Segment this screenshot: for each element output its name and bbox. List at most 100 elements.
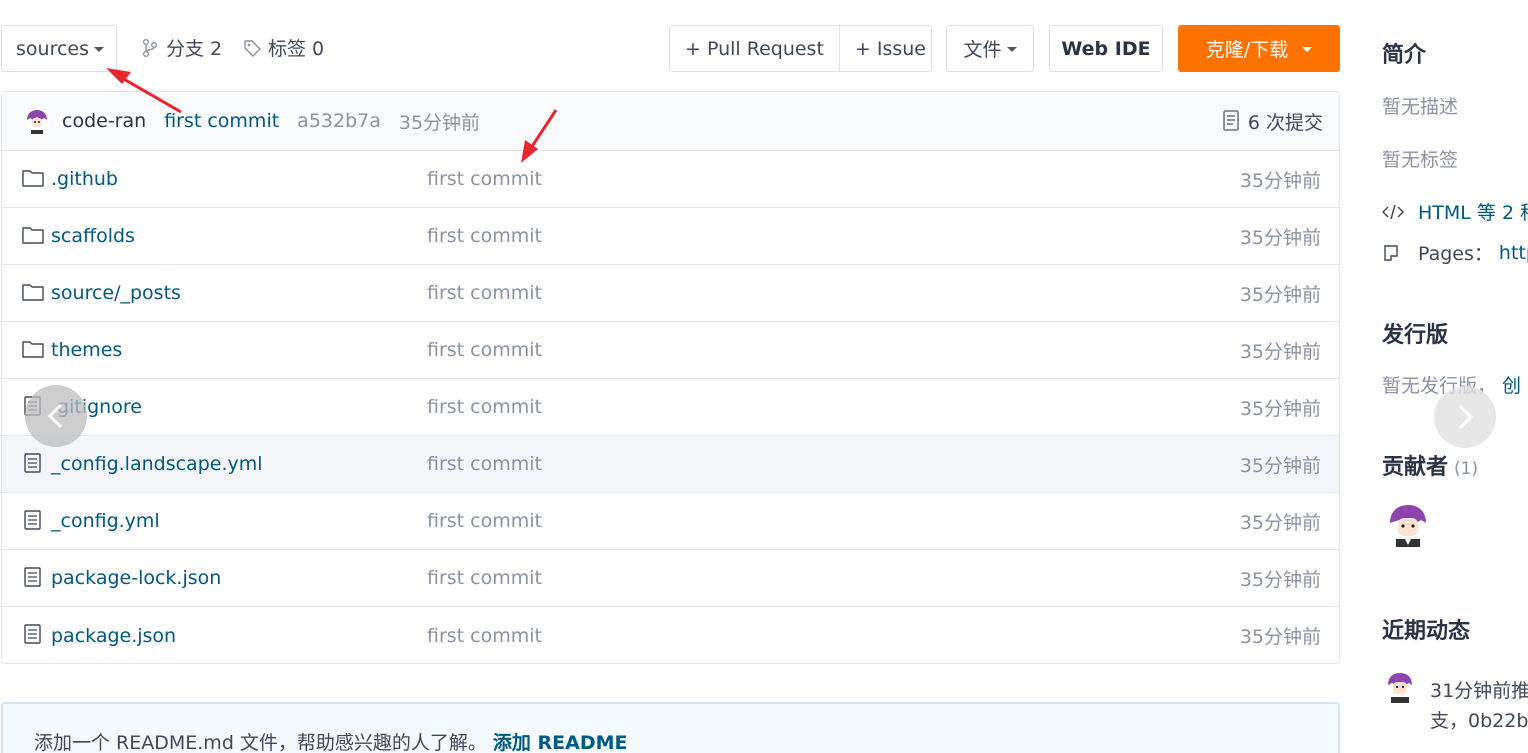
tags-count: 标签 0 <box>268 38 325 60</box>
carousel-next-button[interactable] <box>1434 386 1496 448</box>
avatar[interactable] <box>24 108 50 134</box>
commit-count: 6 次提交 <box>1247 111 1323 134</box>
pages-link[interactable]: https <box>1499 242 1528 264</box>
file-name[interactable]: package.json <box>51 625 176 647</box>
add-readme-link[interactable]: 添加 README <box>493 732 628 753</box>
activity-line-2: 支，0b22b <box>1430 710 1528 732</box>
chevron-down-icon <box>1006 47 1017 52</box>
clone-label: 克隆/下载 <box>1205 39 1289 61</box>
clone-download-button[interactable]: 克隆/下载 <box>1178 25 1340 72</box>
activity-line-1: 31分钟前推 <box>1430 680 1528 702</box>
pages-row: Pages： https <box>1382 239 1528 266</box>
chevron-down-icon <box>94 47 104 52</box>
commit-message[interactable]: first commit <box>164 110 279 132</box>
pr-issue-group: + Pull Request + Issue <box>669 25 932 72</box>
file-commit-time: 35分钟前 <box>1239 568 1321 591</box>
branch-select[interactable]: sources <box>1 25 117 72</box>
chevron-down-icon <box>1302 47 1313 52</box>
code-icon <box>1382 204 1404 219</box>
file-name[interactable]: scaffolds <box>51 225 135 247</box>
create-release-link[interactable]: 创 <box>1502 375 1521 397</box>
file-commit-time: 35分钟前 <box>1239 169 1321 192</box>
commits-icon <box>1223 110 1239 131</box>
file-commit-time: 35分钟前 <box>1239 283 1321 306</box>
folder-icon <box>22 341 44 358</box>
file-name[interactable]: _config.landscape.yml <box>51 453 263 475</box>
file-table: code-ran first commit a532b7a 35分钟前 6 次提… <box>1 91 1340 664</box>
carousel-prev-button[interactable] <box>25 385 87 447</box>
pages-label: Pages： <box>1418 243 1493 265</box>
tags-link[interactable]: 标签 0 <box>242 34 324 61</box>
tag-icon <box>244 39 261 57</box>
web-ide-label: Web IDE <box>1061 37 1151 60</box>
table-row[interactable]: .github first commit 35分钟前 <box>2 151 1339 208</box>
no-tags: 暂无标签 <box>1382 149 1459 171</box>
file-commit-message[interactable]: first commit <box>427 567 542 589</box>
file-name[interactable]: .github <box>51 168 118 190</box>
intro-title: 简介 <box>1382 43 1427 68</box>
table-row[interactable]: package.json first commit 35分钟前 <box>2 607 1339 663</box>
release-title: 发行版 <box>1382 323 1449 348</box>
file-icon <box>24 624 41 644</box>
file-commit-time: 35分钟前 <box>1239 340 1321 363</box>
readme-prompt: 添加一个 README.md 文件，帮助感兴趣的人了解。 <box>34 732 487 753</box>
file-commit-time: 35分钟前 <box>1239 454 1321 477</box>
contributor-avatar[interactable] <box>1388 503 1428 547</box>
file-icon <box>24 510 41 530</box>
bookmark-icon <box>1384 244 1398 261</box>
commit-time: 35分钟前 <box>398 111 481 134</box>
web-ide-button[interactable]: Web IDE <box>1049 25 1163 72</box>
commit-sha[interactable]: a532b7a <box>297 110 381 132</box>
chevron-left-icon <box>47 403 63 429</box>
chevron-right-icon <box>1458 404 1474 430</box>
branches-count: 分支 2 <box>166 38 223 60</box>
table-row[interactable]: _config.landscape.yml first commit 35分钟前 <box>2 436 1339 493</box>
table-row[interactable]: _config.yml first commit 35分钟前 <box>2 493 1339 550</box>
branches-link[interactable]: 分支 2 <box>140 34 222 61</box>
issue-button[interactable]: + Issue <box>838 26 941 71</box>
commit-author[interactable]: code-ran <box>62 110 146 132</box>
latest-commit-bar: code-ran first commit a532b7a 35分钟前 6 次提… <box>2 92 1339 151</box>
file-dropdown-button[interactable]: 文件 <box>946 25 1034 72</box>
commit-count-link[interactable]: 6 次提交 <box>1222 92 1323 150</box>
no-description: 暂无描述 <box>1382 96 1459 118</box>
languages-link[interactable]: HTML 等 2 种 <box>1382 198 1528 225</box>
folder-icon <box>22 170 44 187</box>
file-name[interactable]: package-lock.json <box>51 567 221 589</box>
activity-avatar[interactable] <box>1386 671 1414 703</box>
file-commit-message[interactable]: first commit <box>427 453 542 475</box>
file-name[interactable]: _config.yml <box>51 510 160 532</box>
contributors-count: (1) <box>1454 459 1479 479</box>
file-button-label: 文件 <box>963 39 1002 61</box>
file-commit-message[interactable]: first commit <box>427 225 542 247</box>
branch-icon <box>143 38 157 57</box>
file-commit-message[interactable]: first commit <box>427 396 542 418</box>
table-row[interactable]: .gitignore first commit 35分钟前 <box>2 379 1339 436</box>
file-icon <box>24 567 41 587</box>
contributors-title-text: 贡献者 <box>1382 455 1449 480</box>
file-commit-time: 35分钟前 <box>1239 511 1321 534</box>
activity-title: 近期动态 <box>1382 619 1471 644</box>
table-row[interactable]: themes first commit 35分钟前 <box>2 322 1339 379</box>
file-commit-time: 35分钟前 <box>1239 226 1321 249</box>
branch-select-label: sources <box>16 37 89 60</box>
table-row[interactable]: package-lock.json first commit 35分钟前 <box>2 550 1339 607</box>
pull-request-button[interactable]: + Pull Request <box>670 26 839 71</box>
file-commit-time: 35分钟前 <box>1239 626 1321 648</box>
file-commit-message[interactable]: first commit <box>427 625 542 647</box>
table-row[interactable]: scaffolds first commit 35分钟前 <box>2 208 1339 265</box>
table-row[interactable]: source/_posts first commit 35分钟前 <box>2 265 1339 322</box>
folder-icon <box>22 284 44 301</box>
readme-banner: 添加一个 README.md 文件，帮助感兴趣的人了解。 添加 README <box>1 702 1340 753</box>
file-commit-time: 35分钟前 <box>1239 397 1321 420</box>
repo-sidebar: 简介 暂无描述 暂无标签 HTML 等 2 种 Pages： https 发行版… <box>1382 0 1528 753</box>
file-name[interactable]: themes <box>51 339 122 361</box>
file-icon <box>24 453 41 473</box>
file-commit-message[interactable]: first commit <box>427 282 542 304</box>
file-commit-message[interactable]: first commit <box>427 510 542 532</box>
contributors-title: 贡献者 (1) <box>1382 449 1478 481</box>
file-name[interactable]: source/_posts <box>51 282 181 304</box>
file-commit-message[interactable]: first commit <box>427 168 542 190</box>
file-commit-message[interactable]: first commit <box>427 339 542 361</box>
folder-icon <box>22 227 44 244</box>
